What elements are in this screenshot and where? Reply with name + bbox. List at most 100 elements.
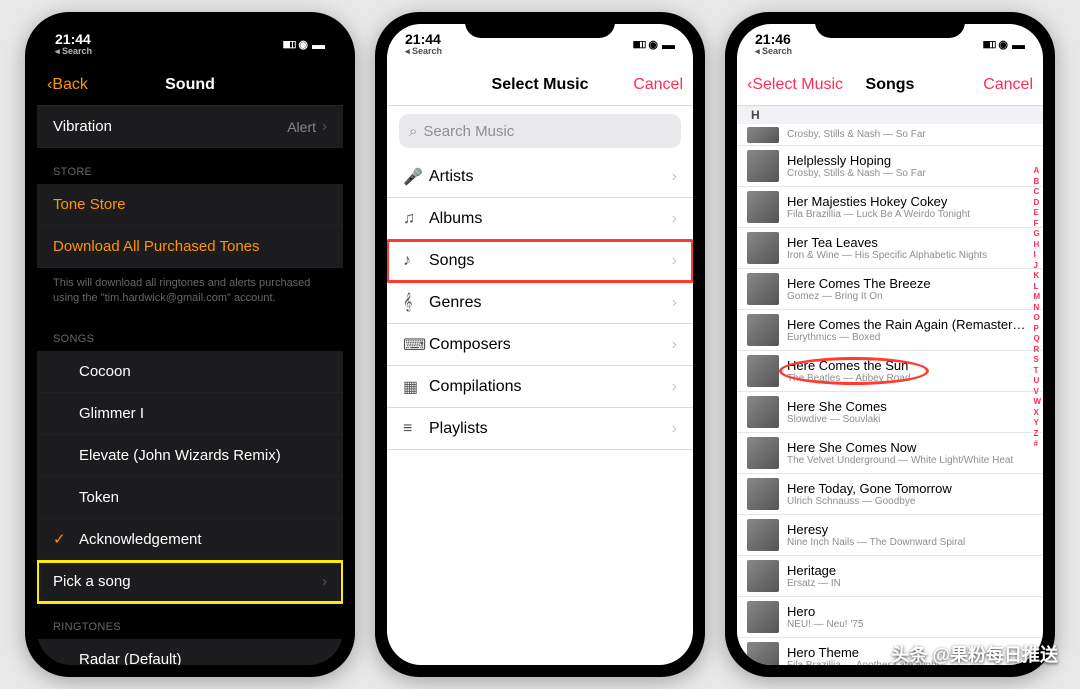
song-row[interactable]: Here She ComesSlowdive — Souvlaki [737,392,1043,433]
search-input[interactable]: ⌕ Search Music [399,114,681,148]
category-albums[interactable]: ♫Albums› [387,198,693,240]
alpha-index[interactable]: ABCDEFGHIJKLMNOPQRSTUVWXYZ# [1033,166,1041,448]
status-breadcrumb[interactable]: ◂ Search [755,47,792,56]
search-placeholder: Search Music [423,123,514,140]
alpha-W[interactable]: W [1033,397,1041,406]
navbar: ‹ Back Sound [37,64,343,106]
alpha-S[interactable]: S [1033,355,1041,364]
song-row[interactable]: HeroNEU! — Neu! '75 [737,597,1043,638]
status-breadcrumb[interactable]: ◂ Search [405,47,442,56]
song-title: Heritage [787,563,1035,578]
song-subtitle: Crosby, Stills & Nash — So Far [787,129,1035,140]
chevron-right-icon: › [672,252,677,270]
song-subtitle: NEU! — Neu! '75 [787,619,1035,630]
song-subtitle: Gomez — Bring It On [787,291,1035,302]
alpha-R[interactable]: R [1033,345,1041,354]
category-label: Composers [429,336,511,354]
row-vibration[interactable]: Vibration Alert › [37,106,343,148]
alpha-F[interactable]: F [1033,219,1041,228]
alpha-U[interactable]: U [1033,376,1041,385]
cancel-button[interactable]: Cancel [983,76,1033,94]
alpha-M[interactable]: M [1033,292,1041,301]
song-title: Here Comes the Sun [787,358,1035,373]
song-row[interactable]: Here Comes The BreezeGomez — Bring It On [737,269,1043,310]
song-row[interactable]: Here Today, Gone TomorrowUlrich Schnauss… [737,474,1043,515]
song-row[interactable]: Her Majesties Hokey CokeyFila Brazillia … [737,187,1043,228]
back-label: Select Music [752,76,843,94]
category-icon: 𝄞 [403,294,429,312]
status-icons [633,37,675,52]
alpha-X[interactable]: X [1033,408,1041,417]
alpha-P[interactable]: P [1033,324,1041,333]
song-row[interactable]: Here Comes the SunThe Beatles — Abbey Ro… [737,351,1043,392]
category-genres[interactable]: 𝄞Genres› [387,282,693,324]
category-songs[interactable]: ♪Songs› [387,240,693,282]
alpha-N[interactable]: N [1033,303,1041,312]
category-icon: ≡ [403,420,429,438]
status-time: 21:44 [55,32,92,46]
category-composers[interactable]: ⌨Composers› [387,324,693,366]
row-download-all[interactable]: Download All Purchased Tones [37,226,343,268]
row-tone-store[interactable]: Tone Store [37,184,343,226]
store-footer: This will download all ringtones and ale… [37,268,343,315]
category-compilations[interactable]: ▦Compilations› [387,366,693,408]
row-pick-a-song[interactable]: Pick a song› [37,561,343,603]
song-row[interactable]: Here She Comes NowThe Velvet Underground… [737,433,1043,474]
vibration-value: Alert [287,119,316,135]
cancel-button[interactable]: Cancel [633,76,683,94]
alpha-A[interactable]: A [1033,166,1041,175]
song-row[interactable]: HeritageErsatz — IN [737,556,1043,597]
song-row[interactable]: Her Tea LeavesIron & Wine — His Specific… [737,228,1043,269]
song-subtitle: The Velvet Underground — White Light/Whi… [787,455,1035,466]
phone-songs: 21:46 ◂ Search ‹Select Music Songs Cance… [725,12,1055,677]
alpha-D[interactable]: D [1033,198,1041,207]
download-all-label: Download All Purchased Tones [53,238,260,255]
category-label: Genres [429,294,481,312]
alpha-B[interactable]: B [1033,177,1041,186]
song-option[interactable]: Elevate (John Wizards Remix) [37,435,343,477]
song-option[interactable]: Glimmer I [37,393,343,435]
alpha-H[interactable]: H [1033,240,1041,249]
alpha-E[interactable]: E [1033,208,1041,217]
alpha-O[interactable]: O [1033,313,1041,322]
song-label: Elevate (John Wizards Remix) [79,447,281,464]
alpha-#[interactable]: # [1033,439,1041,448]
album-art [747,232,779,264]
song-row[interactable]: Here Comes the Rain Again (Remaster…Eury… [737,310,1043,351]
back-button[interactable]: ‹ Back [47,76,88,94]
alpha-V[interactable]: V [1033,387,1041,396]
song-subtitle: Slowdive — Souvlaki [787,414,1035,425]
song-row[interactable]: Helplessly HopingCrosby, Stills & Nash —… [737,146,1043,187]
alpha-J[interactable]: J [1033,261,1041,270]
song-option[interactable]: Token [37,477,343,519]
alpha-C[interactable]: C [1033,187,1041,196]
category-icon: 🎤 [403,167,429,187]
category-icon: ▦ [403,377,429,397]
back-button[interactable]: ‹Select Music [747,76,843,94]
category-playlists[interactable]: ≡Playlists› [387,408,693,450]
alpha-G[interactable]: G [1033,229,1041,238]
song-title: Hero [787,604,1035,619]
alpha-Z[interactable]: Z [1033,429,1041,438]
status-icons [983,37,1025,52]
song-subtitle: Eurythmics — Boxed [787,332,1035,343]
alpha-L[interactable]: L [1033,282,1041,291]
alpha-I[interactable]: I [1033,250,1041,259]
album-art [747,150,779,182]
song-row[interactable]: HeresyNine Inch Nails — The Downward Spi… [737,515,1043,556]
alpha-K[interactable]: K [1033,271,1041,280]
song-title: Helplessly Hoping [787,153,1035,168]
song-title: Here Today, Gone Tomorrow [787,481,1035,496]
ringtone-label: Radar (Default) [79,651,182,665]
song-option-selected[interactable]: ✓Acknowledgement [37,519,343,561]
song-option[interactable]: Cocoon [37,351,343,393]
chevron-right-icon: › [672,336,677,354]
category-artists[interactable]: 🎤Artists› [387,156,693,198]
alpha-Y[interactable]: Y [1033,418,1041,427]
alpha-T[interactable]: T [1033,366,1041,375]
ringtone-option[interactable]: Radar (Default) [37,639,343,665]
status-breadcrumb[interactable]: ◂ Search [55,47,92,56]
song-row-partial[interactable]: Crosby, Stills & Nash — So Far [737,124,1043,146]
alpha-Q[interactable]: Q [1033,334,1041,343]
section-store: STORE [37,148,343,184]
